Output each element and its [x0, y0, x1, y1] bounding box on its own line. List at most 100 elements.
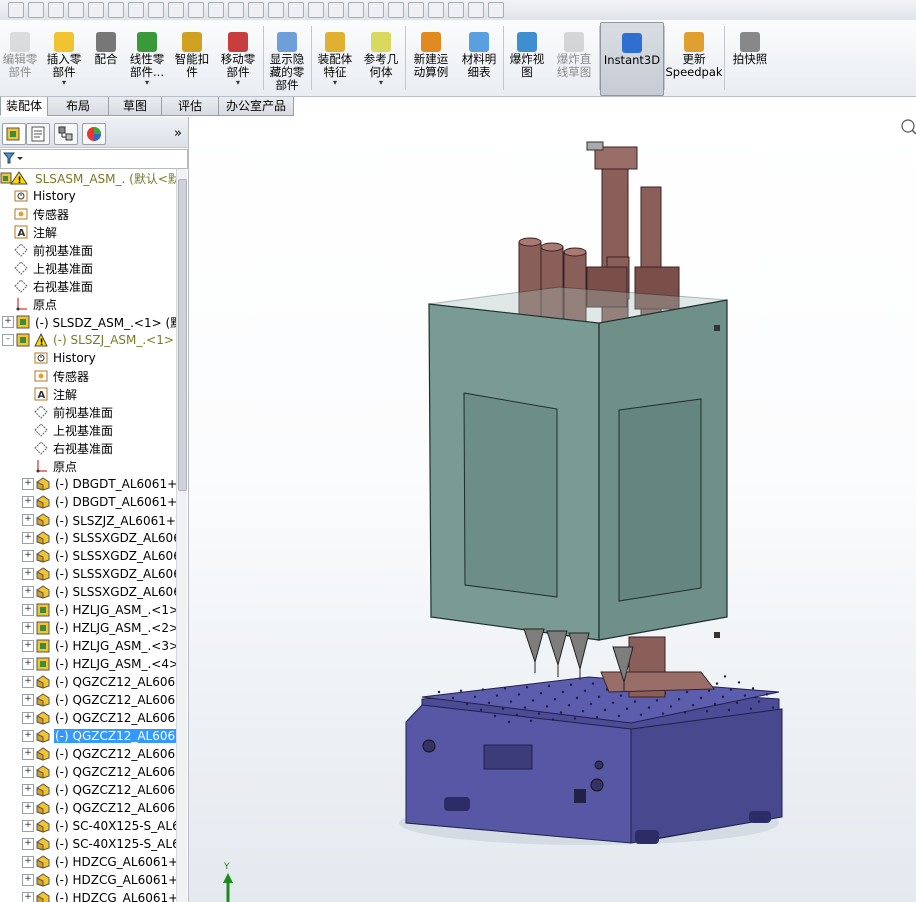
tree-item[interactable]: + (-) QGZCZ12_AL6061 [22, 691, 176, 709]
tree-item[interactable]: + (-) SLSSXGDZ_AL606 [22, 529, 176, 547]
tree-item[interactable]: + (-) QGZCZ12_AL6061 [22, 745, 176, 763]
expand-toggle[interactable]: + [22, 856, 34, 868]
quick-tool-icon[interactable] [288, 2, 304, 18]
tab-assembly[interactable]: 装配体 [0, 97, 48, 116]
tree-item[interactable]: 右视基准面 [14, 277, 94, 295]
tab-sketch[interactable]: 草图 [108, 97, 162, 116]
tree-item[interactable]: + (-) DBGDT_AL6061+; [22, 475, 176, 493]
feature-manager-tab-icon[interactable] [2, 123, 26, 145]
explode-line-sketch-button[interactable]: 爆炸直 线草图 [550, 22, 598, 94]
display-manager-tab-icon[interactable] [82, 123, 106, 145]
tree-item[interactable]: + (-) SC-40X125-S_AL6 [22, 817, 176, 835]
tree-filter[interactable] [0, 149, 188, 169]
tree-item[interactable]: 传感器 [22, 367, 90, 385]
quick-tool-icon[interactable] [88, 2, 104, 18]
chevron-down-icon[interactable]: ▾ [236, 79, 240, 87]
assembly-feature-button[interactable]: 装配体 特征 ▾ [313, 22, 357, 94]
tree-item[interactable]: A 注解 [14, 223, 58, 241]
quick-tool-icon[interactable] [68, 2, 84, 18]
tree-item[interactable]: + (-) SC-40X125-S_AL6 [22, 835, 176, 853]
expand-toggle[interactable]: + [22, 784, 34, 796]
quick-tool-icon[interactable] [148, 2, 164, 18]
quick-tool-icon[interactable] [248, 2, 264, 18]
insert-part-button[interactable]: 插入零 部件 ▾ [42, 22, 86, 94]
linear-pattern-button[interactable]: 线性零 部件... ▾ [126, 22, 168, 94]
tree-item[interactable]: + (-) SLSZJZ_AL6061+无 [22, 511, 176, 529]
expand-toggle[interactable]: + [2, 316, 14, 328]
quick-tool-icon[interactable] [48, 2, 64, 18]
quick-tool-icon[interactable] [488, 2, 504, 18]
expand-toggle[interactable]: + [22, 478, 34, 490]
tree-item[interactable]: + (-) HZLJG_ASM_.<1> [22, 601, 176, 619]
tree-item[interactable]: + (-) SLSSXGDZ_AL606 [22, 565, 176, 583]
expand-toggle[interactable]: + [22, 622, 34, 634]
chevron-down-icon[interactable]: ▾ [145, 79, 149, 87]
tree-item[interactable]: 原点 [14, 295, 58, 313]
tree-item[interactable]: History [22, 349, 97, 367]
tree-item[interactable]: + (-) QGZCZ12_AL6061 [22, 781, 176, 799]
tab-layout[interactable]: 布局 [47, 97, 109, 116]
tab-office-products[interactable]: 办公室产品 [218, 97, 294, 116]
quick-tool-icon[interactable] [228, 2, 244, 18]
quick-tool-icon[interactable] [468, 2, 484, 18]
expand-toggle[interactable]: + [22, 496, 34, 508]
expand-toggle[interactable]: + [22, 712, 34, 724]
tree-item[interactable]: + (-) HDZCG_AL6061+; [22, 871, 176, 889]
tree-item[interactable]: + (-) SLSSXGDZ_AL606 [22, 583, 176, 601]
expand-toggle[interactable]: + [22, 694, 34, 706]
tree-item[interactable]: + (-) QGZCZ12_AL6061 [22, 709, 176, 727]
expand-toggle[interactable]: + [22, 640, 34, 652]
new-motion-study-button[interactable]: 新建运 动算例 [408, 22, 454, 94]
quick-tool-icon[interactable] [168, 2, 184, 18]
expand-toggle[interactable]: + [22, 676, 34, 688]
tree-item[interactable]: 上视基准面 [14, 259, 94, 277]
tree-item[interactable]: + (-) HZLJG_ASM_.<3> [22, 637, 176, 655]
expand-toggle[interactable]: + [22, 874, 34, 886]
chevron-down-icon[interactable]: ▾ [379, 79, 383, 87]
tree-item[interactable]: + (-) SLSDZ_ASM_.<1> (默 [2, 313, 176, 331]
quick-tool-icon[interactable] [388, 2, 404, 18]
zoom-to-fit-icon[interactable] [901, 119, 916, 135]
tree-item[interactable]: 右视基准面 [22, 439, 114, 457]
quick-tool-icon[interactable] [408, 2, 424, 18]
tree-item[interactable]: 前视基准面 [14, 241, 94, 259]
tree-item[interactable]: A 注解 [22, 385, 78, 403]
exploded-view-button[interactable]: 爆炸视图 [506, 22, 548, 94]
tree-item[interactable]: + (-) HDZCG_AL6061+; [22, 853, 176, 871]
expand-toggle[interactable]: + [22, 550, 34, 562]
quick-tool-icon[interactable] [308, 2, 324, 18]
tree-item[interactable]: + (-) SLSSXGDZ_AL606 [22, 547, 176, 565]
expand-toggle[interactable]: + [22, 748, 34, 760]
expand-toggle[interactable]: + [22, 586, 34, 598]
quick-tool-icon[interactable] [368, 2, 384, 18]
quick-tool-icon[interactable] [28, 2, 44, 18]
collapse-toggle[interactable]: - [2, 334, 14, 346]
property-manager-tab-icon[interactable] [26, 123, 50, 145]
quick-tool-icon[interactable] [128, 2, 144, 18]
tree-item[interactable]: + (-) HDZCG_AL6061+; [22, 889, 176, 902]
tree-scrollbar-thumb[interactable] [178, 179, 187, 491]
quick-tool-icon[interactable] [188, 2, 204, 18]
tab-evaluate[interactable]: 评估 [161, 97, 219, 116]
expand-toggle[interactable]: + [22, 514, 34, 526]
panel-collapse-button[interactable]: » [174, 126, 182, 141]
quick-tool-icon[interactable] [428, 2, 444, 18]
expand-toggle[interactable]: + [22, 532, 34, 544]
tree-item[interactable]: + (-) QGZCZ12_AL6061 [22, 673, 176, 691]
expand-toggle[interactable]: + [22, 604, 34, 616]
tree-item[interactable]: + (-) QGZCZ12_AL6061 [22, 727, 176, 745]
configuration-manager-tab-icon[interactable] [54, 123, 78, 145]
tree-item[interactable]: 前视基准面 [22, 403, 114, 421]
quick-tool-icon[interactable] [448, 2, 464, 18]
expand-toggle[interactable]: + [22, 838, 34, 850]
tree-item[interactable]: + (-) DBGDT_AL6061+; [22, 493, 176, 511]
quick-tool-icon[interactable] [328, 2, 344, 18]
quick-tool-icon[interactable] [208, 2, 224, 18]
tree-item[interactable]: 上视基准面 [22, 421, 114, 439]
tree-item[interactable]: + (-) QGZCZ12_AL6061 [22, 799, 176, 817]
expand-toggle[interactable]: + [22, 568, 34, 580]
reference-geometry-button[interactable]: 参考几 何体 ▾ [359, 22, 403, 94]
graphics-viewport[interactable]: Y [189, 117, 916, 902]
tree-item[interactable]: + (-) QGZCZ12_AL6061 [22, 763, 176, 781]
chevron-down-icon[interactable]: ▾ [333, 79, 337, 87]
